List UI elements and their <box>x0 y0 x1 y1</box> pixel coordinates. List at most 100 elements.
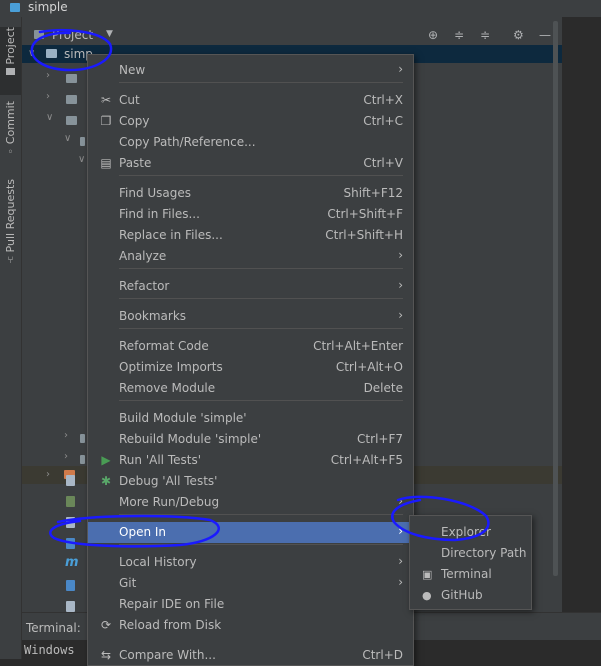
pull-request-icon: ⑂ <box>7 255 14 267</box>
menu-item-shortcut: Delete <box>363 381 403 395</box>
chevron-right-icon: › <box>398 524 403 538</box>
chevron-down-icon[interactable]: ∨ <box>64 133 71 144</box>
menu-item-paste[interactable]: ▤ Paste Ctrl+V <box>88 153 413 174</box>
menu-item-label: Remove Module <box>119 381 216 395</box>
menu-item-copy[interactable]: ❐ Copy Ctrl+C <box>88 111 413 132</box>
terminal-tab-label[interactable]: Terminal: <box>26 621 81 635</box>
context-menu: New › ✂ Cut Ctrl+X ❐ Copy Ctrl+C Copy Path/Refer… <box>87 54 414 666</box>
chevron-down-icon[interactable]: ▼ <box>106 29 113 39</box>
chevron-right-icon[interactable]: › <box>46 91 50 102</box>
compare-icon: ⇆ <box>100 648 112 662</box>
menu-item-reformat-code[interactable]: Reformat Code Ctrl+Alt+Enter <box>88 336 413 357</box>
menu-item-reload-from-disk[interactable]: ⟳ Reload from Disk <box>88 615 413 636</box>
menu-item-shortcut: Ctrl+Alt+Enter <box>313 339 403 353</box>
menu-item-remove-module[interactable]: Remove Module Delete <box>88 378 413 399</box>
submenu-item-directory-path[interactable]: Directory Path <box>410 543 531 564</box>
chevron-right-icon: › <box>398 62 403 76</box>
folder-icon <box>80 434 85 443</box>
menu-item-git[interactable]: Git › <box>88 573 413 594</box>
gear-icon[interactable]: ⚙ <box>513 29 524 41</box>
module-folder-icon <box>46 49 57 58</box>
copy-icon: ❐ <box>100 114 112 128</box>
menu-item-cut[interactable]: ✂ Cut Ctrl+X <box>88 90 413 111</box>
menu-item-replace-in-files[interactable]: Replace in Files... Ctrl+Shift+H <box>88 225 413 246</box>
menu-item-copy-path-reference[interactable]: Copy Path/Reference... <box>88 132 413 153</box>
submenu-item-explorer[interactable]: Explorer <box>410 522 531 543</box>
scissors-icon: ✂ <box>100 93 112 107</box>
menu-separator <box>119 328 403 329</box>
tool-tab-commit[interactable]: Commit ◦ <box>0 101 21 177</box>
menu-item-optimize-imports[interactable]: Optimize Imports Ctrl+Alt+O <box>88 357 413 378</box>
menu-separator <box>119 268 403 269</box>
menu-item-label: Analyze <box>119 249 167 263</box>
menu-item-open-in[interactable]: Open In › <box>88 522 413 543</box>
editor-area <box>562 17 601 612</box>
reload-icon: ⟳ <box>100 618 112 632</box>
chevron-right-icon[interactable]: › <box>64 430 68 441</box>
folder-icon <box>66 74 77 83</box>
left-tool-strip: Project Commit ◦ Pull Requests ⑂ <box>0 17 22 659</box>
chevron-down-icon[interactable]: ∨ <box>28 48 35 59</box>
menu-item-shortcut: Ctrl+Alt+O <box>335 360 403 374</box>
submenu-item-label: Directory Path <box>441 546 527 560</box>
chevron-right-icon[interactable]: › <box>46 469 50 480</box>
menu-item-shortcut: Ctrl+C <box>363 114 403 128</box>
menu-item-shortcut: Ctrl+Shift+F <box>327 207 403 221</box>
menu-item-rebuild-module-simple[interactable]: Rebuild Module 'simple' Ctrl+F7 <box>88 429 413 450</box>
menu-item-compare-with[interactable]: ⇆ Compare With... Ctrl+D <box>88 645 413 666</box>
menu-item-bookmarks[interactable]: Bookmarks › <box>88 306 413 327</box>
menu-item-label: New <box>119 63 146 77</box>
menu-item-label: Copy <box>119 114 150 128</box>
tool-tab-pull-requests[interactable]: Pull Requests ⑂ <box>0 179 21 269</box>
menu-item-label: Replace in Files... <box>119 228 223 242</box>
tool-tab-project[interactable]: Project <box>0 27 21 95</box>
menu-item-shortcut: Ctrl+Alt+F5 <box>330 453 403 467</box>
chevron-right-icon: › <box>398 248 403 262</box>
chevron-right-icon[interactable]: › <box>64 451 68 462</box>
menu-item-find-in-files[interactable]: Find in Files... Ctrl+Shift+F <box>88 204 413 225</box>
chevron-down-icon[interactable]: ∨ <box>78 154 85 165</box>
menu-item-new[interactable]: New › <box>88 60 413 81</box>
menu-item-label: Reload from Disk <box>119 618 222 632</box>
menu-item-local-history[interactable]: Local History › <box>88 552 413 573</box>
menu-item-build-module-simple[interactable]: Build Module 'simple' <box>88 408 413 429</box>
file-icon <box>66 517 75 528</box>
title-bar: simple <box>0 0 601 17</box>
locate-icon[interactable]: ⊕ <box>428 29 438 41</box>
expand-all-icon[interactable]: ≑ <box>454 29 464 41</box>
folder-icon <box>6 67 15 75</box>
vertical-scrollbar[interactable] <box>553 21 558 576</box>
terminal-output: Windows <box>24 643 75 657</box>
menu-item-label: Debug 'All Tests' <box>119 474 218 488</box>
menu-item-analyze[interactable]: Analyze › <box>88 246 413 267</box>
file-icon <box>66 538 75 549</box>
menu-item-shortcut: Shift+F12 <box>343 186 403 200</box>
menu-item-debug-all-tests[interactable]: ✱ Debug 'All Tests' <box>88 471 413 492</box>
menu-separator <box>119 82 403 83</box>
menu-item-label: Find Usages <box>119 186 192 200</box>
menu-item-label: More Run/Debug <box>119 495 220 509</box>
debug-icon: ✱ <box>100 474 112 488</box>
project-view-dropdown[interactable]: Project <box>52 28 93 42</box>
menu-item-shortcut: Ctrl+F7 <box>357 432 403 446</box>
chevron-right-icon[interactable]: › <box>46 70 50 81</box>
menu-item-label: Refactor <box>119 279 170 293</box>
file-icon <box>66 496 75 507</box>
menu-item-shortcut: Ctrl+X <box>363 93 403 107</box>
chevron-right-icon: › <box>398 554 403 568</box>
menu-item-run-all-tests[interactable]: ▶ Run 'All Tests' Ctrl+Alt+F5 <box>88 450 413 471</box>
submenu-item-terminal[interactable]: ▣ Terminal <box>410 564 531 585</box>
menu-item-find-usages[interactable]: Find Usages Shift+F12 <box>88 183 413 204</box>
menu-item-more-run-debug[interactable]: More Run/Debug › <box>88 492 413 513</box>
menu-item-repair-ide-on-file[interactable]: Repair IDE on File <box>88 594 413 615</box>
submenu-item-github[interactable]: ● GitHub <box>410 585 531 606</box>
chevron-down-icon[interactable]: ∨ <box>46 112 53 123</box>
commit-icon: ◦ <box>7 147 14 159</box>
menu-item-label: Copy Path/Reference... <box>119 135 256 149</box>
collapse-all-icon[interactable]: ≑ <box>480 29 490 41</box>
hide-icon[interactable]: — <box>539 29 551 41</box>
chevron-right-icon: › <box>398 494 403 508</box>
project-icon <box>10 3 20 12</box>
file-icon <box>66 580 75 591</box>
menu-item-refactor[interactable]: Refactor › <box>88 276 413 297</box>
